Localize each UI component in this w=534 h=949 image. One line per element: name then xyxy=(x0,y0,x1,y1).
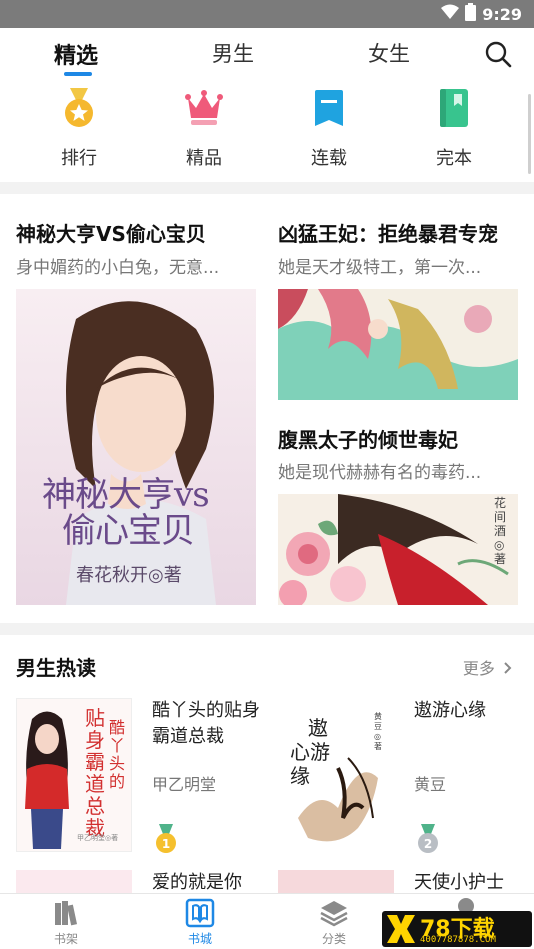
medal-icon xyxy=(57,86,101,130)
quick-nav: 排行 精品 连载 完本 xyxy=(0,86,534,178)
rank-number: 1 xyxy=(162,837,170,851)
cover-text-sub: 酷丫头的 xyxy=(109,718,126,791)
cover-title-line2: 偷心宝贝 xyxy=(62,511,195,551)
rank-medal-gold-icon: 1 xyxy=(154,824,178,854)
cover-art-portrait xyxy=(16,289,256,605)
cover-text-3: 缘 xyxy=(290,764,310,788)
cover-text-main: 贴身霸道总裁 xyxy=(85,706,105,840)
featured-desc-2: 她是天才级特工，第一次... xyxy=(278,258,482,278)
featured-desc-3: 她是现代赫赫有名的毒药... xyxy=(278,463,482,483)
book-icon xyxy=(432,86,476,130)
bottom-tab-bookshelf[interactable]: 书架 xyxy=(31,898,101,947)
active-tab-indicator xyxy=(64,72,92,76)
crown-icon xyxy=(182,86,226,130)
quick-label-serial: 连载 xyxy=(311,148,347,169)
cover-author: 甲乙明堂◎著 xyxy=(77,834,119,842)
more-label: 更多 xyxy=(462,659,495,678)
cover-art-princess xyxy=(278,289,518,400)
cover-art-peonies xyxy=(278,494,518,605)
tab-female[interactable]: 女生 xyxy=(368,38,410,68)
quick-item-completed[interactable]: 完本 xyxy=(409,86,499,170)
bottom-tab-category[interactable]: 分类 xyxy=(299,898,369,947)
more-link[interactable]: 更多 xyxy=(463,655,512,679)
featured-title-2[interactable]: 凶猛王妃：拒绝暴君专宠 xyxy=(278,218,498,247)
bookmark-icon xyxy=(307,86,351,130)
featured-cover-3[interactable]: 花间酒◎著 xyxy=(278,494,518,605)
quick-label-ranking: 排行 xyxy=(61,148,97,169)
bottom-tab-label: 书城 xyxy=(187,932,212,946)
cover-author: 春花秋开◎著 xyxy=(76,565,182,586)
top-tabs: 精选 男生 女生 xyxy=(0,28,534,84)
rank-medal-silver-icon: 2 xyxy=(416,824,440,854)
section-title: 男生热读 xyxy=(16,656,96,680)
search-icon xyxy=(485,41,512,68)
bottom-tab-label: 书架 xyxy=(53,932,78,946)
bookshelf-icon xyxy=(51,898,81,928)
search-button[interactable] xyxy=(484,40,512,68)
layers-icon xyxy=(319,898,349,928)
quick-item-serial[interactable]: 连载 xyxy=(284,86,374,170)
watermark-sub: 4007787878.COM xyxy=(420,935,496,945)
cover-author: 黄豆◎著 xyxy=(374,712,382,751)
logo-x-icon xyxy=(387,915,415,943)
store-icon xyxy=(185,898,215,928)
battery-icon xyxy=(465,3,477,25)
status-bar: 9:29 xyxy=(0,0,534,28)
cover-author-vertical: 花间酒◎著 xyxy=(494,496,507,566)
quick-label-completed: 完本 xyxy=(436,148,472,169)
featured-desc-1: 身中媚药的小白兔，无意... xyxy=(16,258,220,278)
status-time: 9:29 xyxy=(482,4,522,24)
book-cover-1[interactable]: 贴身霸道总裁 酷丫头的 甲乙明堂◎著 xyxy=(16,698,132,852)
book-title-2[interactable]: 遨游心缘 xyxy=(414,698,524,724)
featured-cover-2[interactable] xyxy=(278,289,518,400)
section-divider xyxy=(0,623,534,635)
book-cover-2[interactable]: 遨 心游 缘 黄豆◎著 xyxy=(278,698,394,852)
chevron-right-icon xyxy=(504,659,512,678)
rank-number: 2 xyxy=(424,837,432,851)
tab-featured[interactable]: 精选 xyxy=(54,38,98,70)
tab-male[interactable]: 男生 xyxy=(212,38,254,68)
bottom-tab-label: 分类 xyxy=(321,932,346,946)
site-watermark: 78下载 4007787878.COM xyxy=(382,911,532,947)
book-author-2: 黄豆 xyxy=(414,775,447,794)
book-cover-4[interactable] xyxy=(278,870,394,893)
featured-title-3[interactable]: 腹黑太子的倾世毒妃 xyxy=(278,424,458,453)
quick-label-premium: 精品 xyxy=(186,148,222,169)
featured-cover-1[interactable]: 神秘大亨vs 偷心宝贝 春花秋开◎著 xyxy=(16,289,256,605)
quick-item-premium[interactable]: 精品 xyxy=(159,86,249,170)
cover-title-line1: 神秘大亨vs xyxy=(42,475,210,515)
book-cover-3[interactable] xyxy=(16,870,132,893)
wifi-icon xyxy=(441,4,460,24)
quick-item-ranking[interactable]: 排行 xyxy=(34,86,124,170)
book-author-1: 甲乙明堂 xyxy=(152,775,217,794)
bottom-tab-store[interactable]: 书城 xyxy=(165,898,235,947)
section-divider xyxy=(0,182,534,194)
featured-title-1[interactable]: 神秘大亨VS偷心宝贝 xyxy=(16,218,206,247)
book-title-1[interactable]: 酷丫头的贴身霸道总裁 xyxy=(152,698,262,750)
